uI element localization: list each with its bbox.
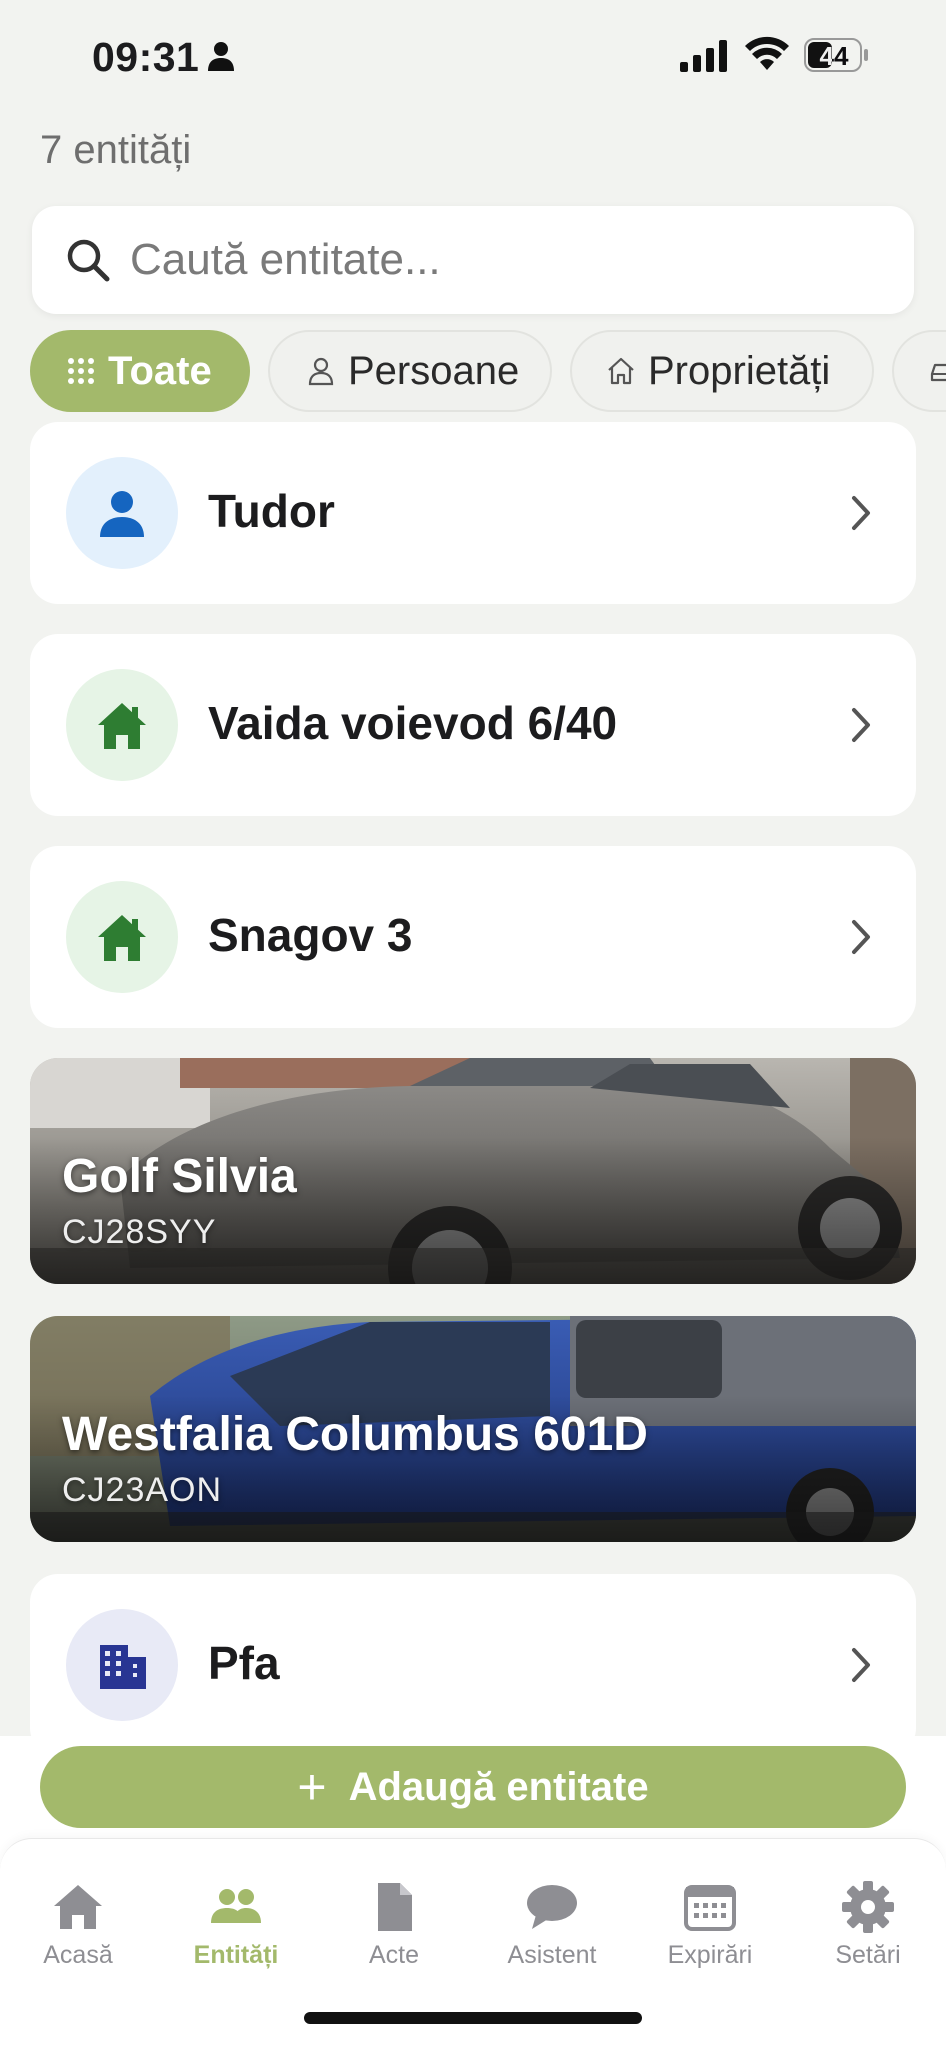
- add-entity-button[interactable]: + Adaugă entitate: [40, 1746, 906, 1828]
- battery-level: 44: [819, 41, 849, 71]
- chevron-right-icon: [852, 708, 870, 742]
- entity-name: Snagov 3: [208, 909, 413, 961]
- entity-avatar: [66, 457, 178, 569]
- tab-label: Acasă: [43, 1941, 113, 1969]
- plus-icon: +: [297, 1759, 327, 1815]
- house-outline-icon: [608, 357, 634, 385]
- filter-chips: Toate Persoane Proprietăți: [0, 330, 946, 412]
- entity-name: Tudor: [208, 485, 335, 537]
- entity-name: Westfalia Columbus 601D: [62, 1408, 648, 1461]
- person-icon: [100, 491, 144, 537]
- chat-icon: [527, 1885, 577, 1929]
- tab-label: Asistent: [507, 1941, 597, 1969]
- entity-avatar: [66, 881, 178, 993]
- entity-avatar: [66, 1609, 178, 1721]
- tab-label: Acte: [368, 1941, 420, 1969]
- calendar-icon: [684, 1885, 736, 1931]
- chevron-right-icon: [852, 920, 870, 954]
- house-icon: [98, 703, 146, 749]
- entity-card-person[interactable]: Tudor: [30, 422, 916, 604]
- car-outline-icon: [930, 363, 946, 382]
- status-time: 09:31: [92, 34, 200, 80]
- entity-card-vehicle[interactable]: Westfalia Columbus 601D CJ23AON: [30, 1316, 916, 1542]
- chevron-right-icon: [852, 1648, 870, 1682]
- battery-icon: 44: [804, 38, 870, 72]
- building-icon: [100, 1645, 146, 1689]
- entity-card-property[interactable]: Snagov 3: [30, 846, 916, 1028]
- house-icon: [98, 915, 146, 961]
- entity-name: Pfa: [208, 1637, 280, 1689]
- tab-expirations[interactable]: Expirări: [640, 1879, 780, 1970]
- entity-name: Vaida voievod 6/40: [208, 697, 618, 749]
- chevron-right-icon: [852, 496, 870, 530]
- entity-card-company[interactable]: Pfa: [30, 1574, 916, 1756]
- tab-label: Entități: [193, 1941, 279, 1969]
- search-box[interactable]: [32, 206, 914, 314]
- add-entity-label: Adaugă entitate: [348, 1764, 649, 1809]
- document-icon: [378, 1883, 412, 1931]
- license-plate: CJ28SYY: [62, 1213, 217, 1251]
- person-status-icon: [208, 42, 234, 71]
- entity-card-vehicle[interactable]: Golf Silvia CJ28SYY: [30, 1058, 916, 1284]
- tab-documents[interactable]: Acte: [324, 1879, 464, 1970]
- tab-entities[interactable]: Entități: [166, 1879, 306, 1970]
- filter-chip-properties[interactable]: Proprietăți: [570, 330, 874, 412]
- tab-label: Setări: [835, 1941, 901, 1969]
- home-icon: [54, 1885, 102, 1929]
- filter-chip-persons[interactable]: Persoane: [268, 330, 552, 412]
- tab-settings[interactable]: Setări: [798, 1879, 938, 1970]
- grid-icon: [68, 358, 94, 384]
- entity-name: Golf Silvia: [62, 1150, 297, 1203]
- tab-assistant[interactable]: Asistent: [482, 1879, 622, 1970]
- entity-count-label: 7 entități: [40, 128, 192, 172]
- people-icon: [211, 1889, 261, 1923]
- wifi-icon: [745, 36, 789, 70]
- search-input[interactable]: [130, 228, 890, 292]
- filter-chip-label: Persoane: [348, 348, 520, 393]
- entity-card-property[interactable]: Vaida voievod 6/40: [30, 634, 916, 816]
- tab-label: Expirări: [667, 1941, 753, 1969]
- person-outline-icon: [308, 357, 334, 386]
- gear-icon: [842, 1881, 894, 1933]
- license-plate: CJ23AON: [62, 1471, 223, 1509]
- filter-chip-label: Toate: [108, 348, 212, 393]
- status-bar: 09:31 44: [0, 0, 946, 110]
- home-indicator: [304, 2012, 642, 2024]
- signal-icon: [680, 40, 727, 72]
- filter-chip-vehicles[interactable]: [892, 330, 946, 412]
- search-icon: [67, 239, 110, 282]
- filter-chip-all[interactable]: Toate: [30, 330, 250, 412]
- tab-home[interactable]: Acasă: [8, 1879, 148, 1970]
- filter-chip-label: Proprietăți: [648, 348, 831, 393]
- entity-avatar: [66, 669, 178, 781]
